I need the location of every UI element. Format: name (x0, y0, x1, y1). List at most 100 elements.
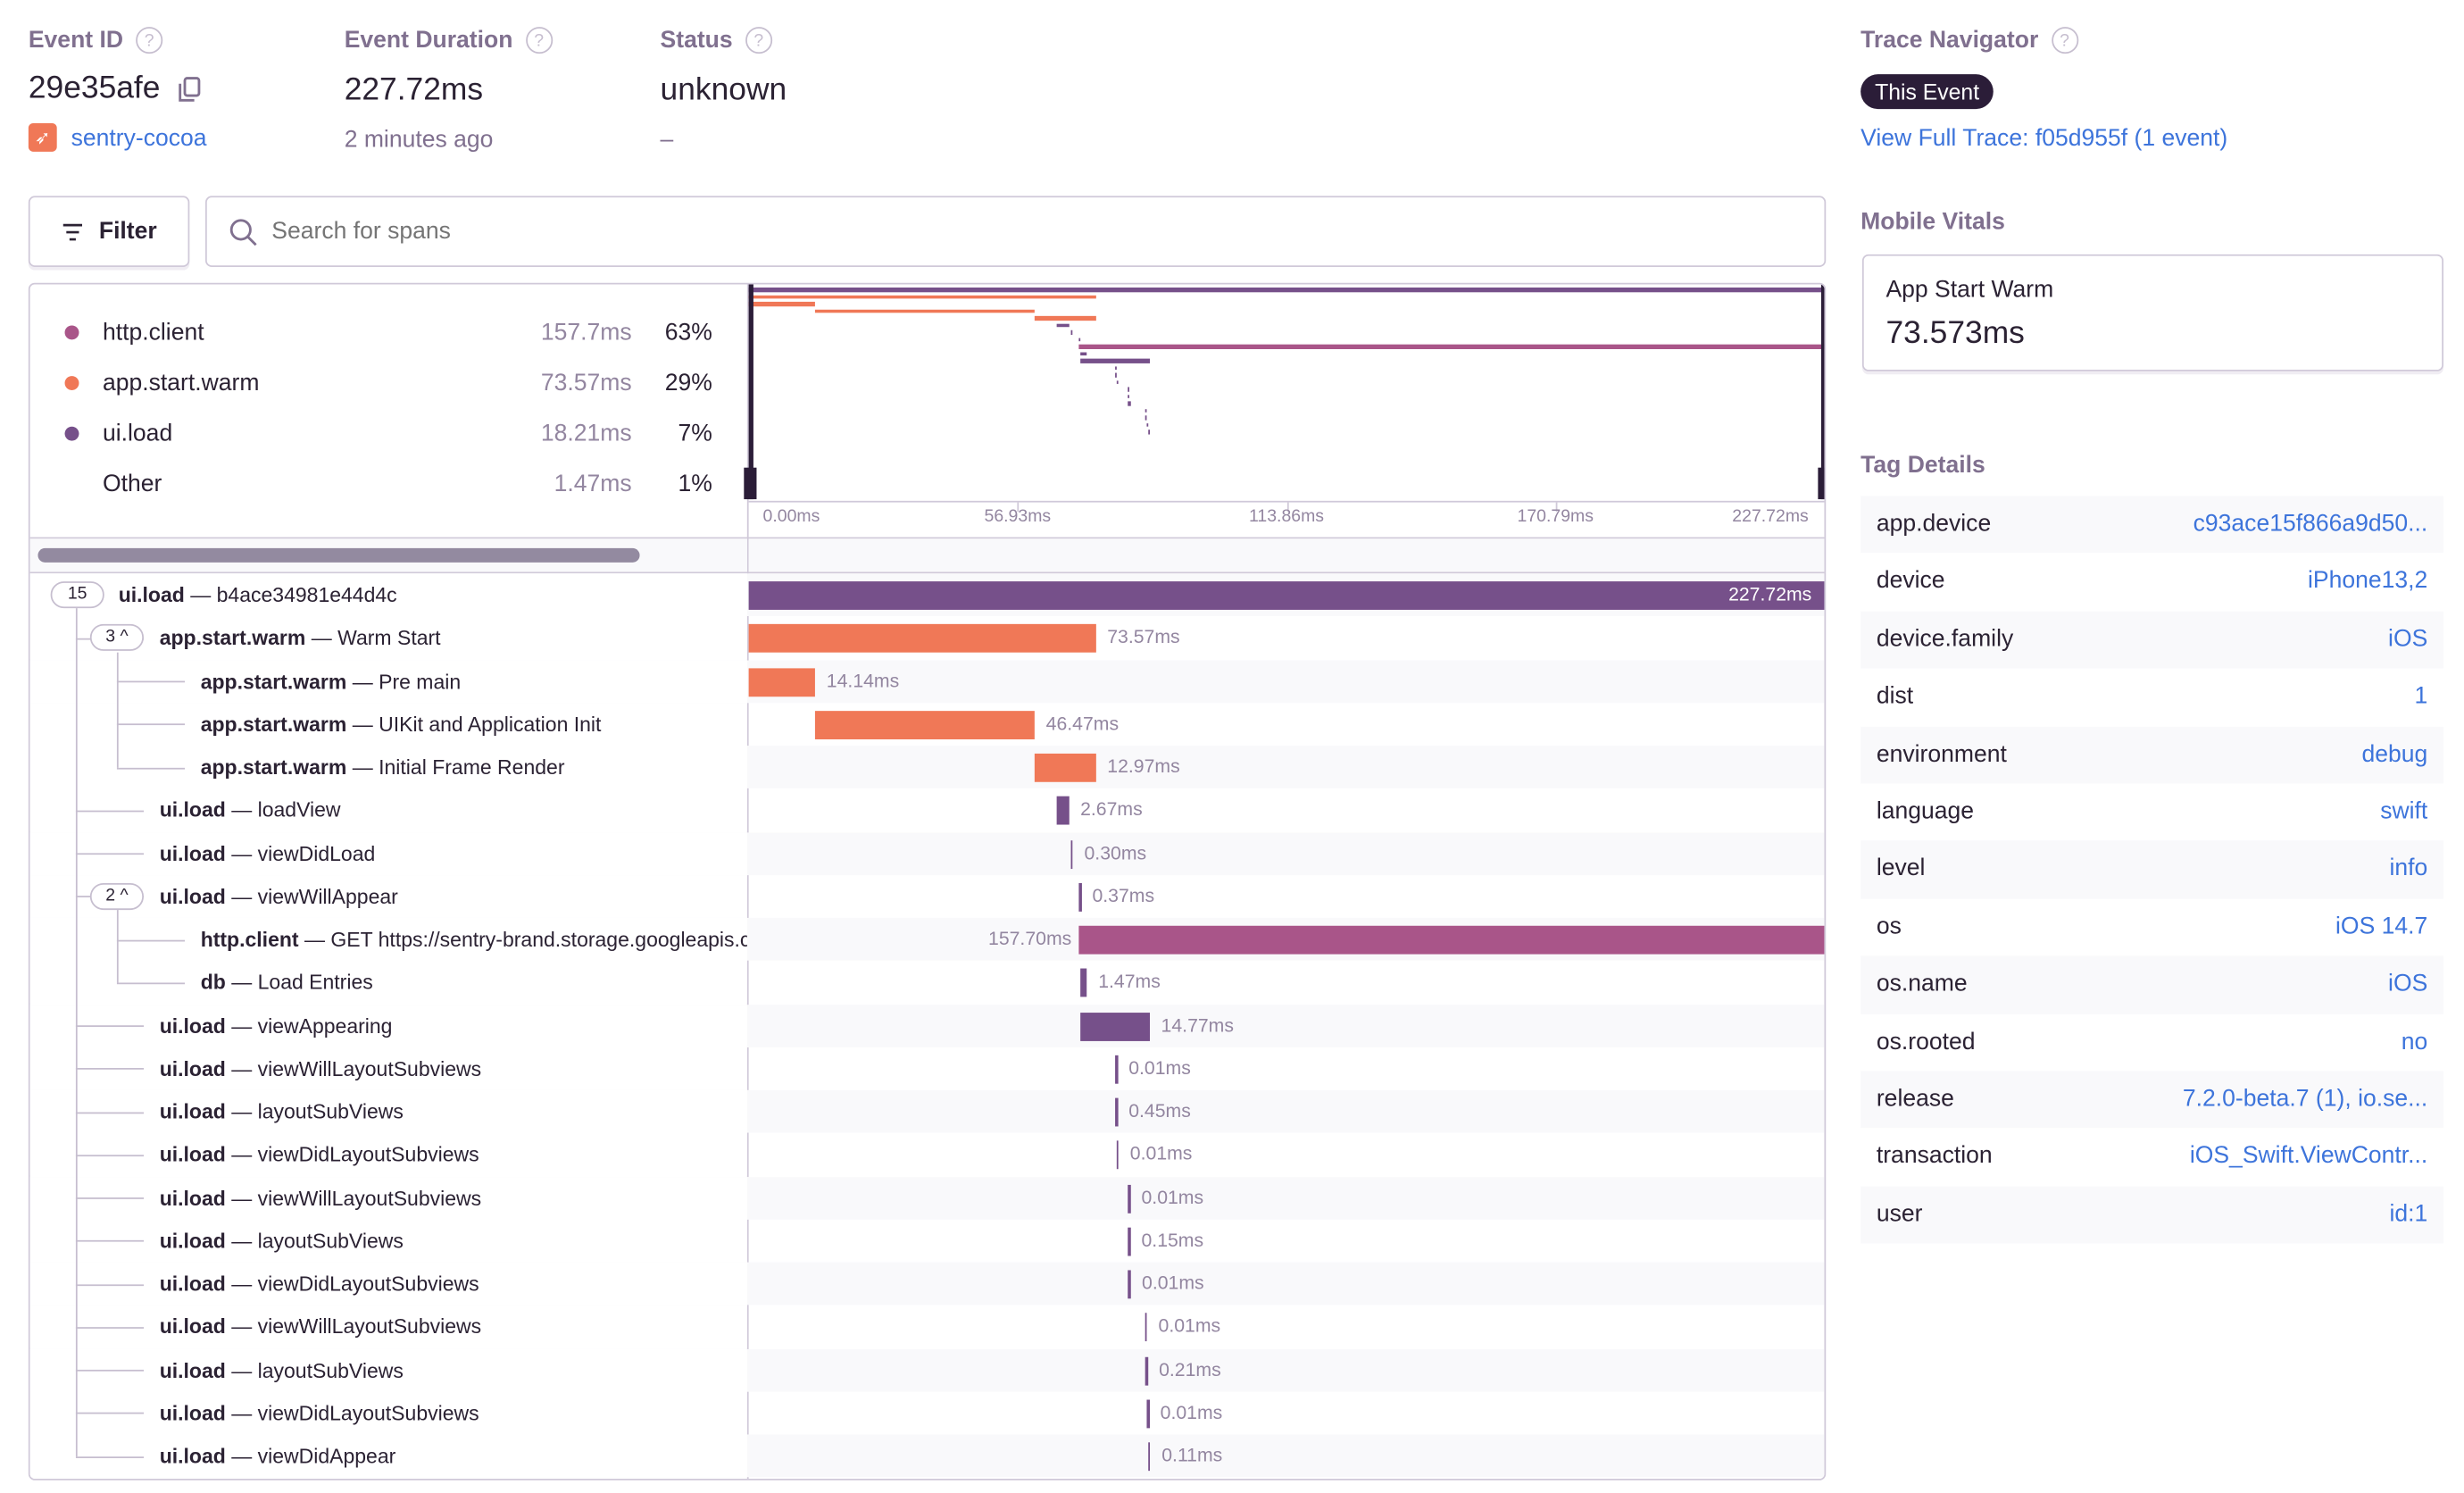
span-description: GET https://sentry-brand.storage.googlea… (330, 927, 747, 952)
span-bar[interactable] (1116, 1140, 1120, 1170)
help-icon[interactable]: ? (525, 27, 553, 54)
span-tree-cell[interactable]: http.client — GET https://sentry-brand.s… (29, 917, 747, 961)
span-bar[interactable] (1056, 797, 1070, 825)
span-bar[interactable] (1128, 1270, 1131, 1299)
span-row[interactable]: ui.load — viewDidLayoutSubviews 0.01ms (29, 1391, 1825, 1435)
minimap-right-handle[interactable] (1818, 467, 1825, 500)
span-tree-cell[interactable]: db — Load Entries (29, 961, 747, 1004)
span-row[interactable]: app.start.warm — Initial Frame Render 12.… (29, 746, 1825, 789)
span-row[interactable]: ui.load — layoutSubViews 0.45ms (29, 1089, 1825, 1133)
span-bar[interactable] (1128, 1227, 1131, 1256)
span-bar[interactable] (1146, 1399, 1150, 1428)
span-tree-cell[interactable]: ui.load — viewDidLoad (29, 831, 747, 875)
span-row[interactable]: app.start.warm — UIKit and Application I… (29, 702, 1825, 746)
tag-value[interactable]: iOS_Swift.ViewContr... (2190, 1129, 2427, 1186)
span-row[interactable]: ui.load — viewWillLayoutSubviews 0.01ms (29, 1305, 1825, 1348)
span-row[interactable]: ui.load — viewDidLayoutSubviews 0.01ms (29, 1262, 1825, 1305)
span-row[interactable]: ui.load — viewAppearing 14.77ms (29, 1004, 1825, 1047)
span-bar[interactable] (1115, 1097, 1118, 1127)
span-row[interactable]: http.client — GET https://sentry-brand.s… (29, 917, 1825, 962)
span-tree-cell[interactable]: ui.load — viewDidLayoutSubviews (29, 1132, 747, 1176)
tag-value[interactable]: id:1 (2390, 1186, 2428, 1243)
span-row[interactable]: ui.load — layoutSubViews 0.15ms (29, 1219, 1825, 1263)
span-tree-cell[interactable]: ui.load — viewWillLayoutSubviews (29, 1047, 747, 1090)
minimap-left-handle[interactable] (744, 467, 757, 500)
span-tree-cell[interactable]: ui.load — viewWillLayoutSubviews (29, 1305, 747, 1348)
span-bar[interactable] (1078, 882, 1082, 912)
tag-value[interactable]: swift (2380, 784, 2427, 841)
span-description: viewDidLayoutSubviews (257, 1142, 479, 1167)
span-row[interactable]: ui.load — viewDidLayoutSubviews 0.01ms (29, 1132, 1825, 1176)
filter-button[interactable]: Filter (28, 196, 190, 267)
span-tree-cell[interactable]: ui.load — layoutSubViews (29, 1219, 747, 1263)
help-icon[interactable]: ? (136, 27, 163, 54)
span-bar[interactable] (815, 710, 1036, 739)
span-row[interactable]: ui.load — viewDidLoad 0.30ms (29, 831, 1825, 875)
tag-value[interactable]: iOS (2388, 956, 2427, 1013)
span-bar[interactable] (1128, 1184, 1131, 1213)
tag-value[interactable]: iPhone13,2 (2308, 554, 2427, 611)
span-tree-cell[interactable]: ui.load — viewDidAppear (29, 1434, 747, 1478)
span-tree-cell[interactable]: 2 ^ ui.load — viewWillAppear (29, 874, 747, 918)
span-bar[interactable] (748, 667, 816, 696)
span-tree-cell[interactable]: ui.load — layoutSubViews (29, 1348, 747, 1391)
tag-value[interactable]: iOS 14.7 (2335, 898, 2427, 955)
tag-value[interactable]: 7.2.0-beta.7 (1), io.se... (2183, 1072, 2427, 1129)
span-tree-cell[interactable]: ui.load — layoutSubViews (29, 1089, 747, 1133)
scrollbar-thumb[interactable] (37, 547, 640, 563)
children-count-toggle[interactable]: 15 (50, 581, 104, 609)
span-row[interactable]: ui.load — viewWillLayoutSubviews 0.01ms (29, 1176, 1825, 1220)
span-row[interactable]: 15 ui.load — b4ace34981e44d4c 227.72ms (29, 573, 1825, 617)
scrollbar-track[interactable] (29, 538, 747, 572)
search-input[interactable] (271, 218, 1694, 246)
span-bar[interactable] (748, 624, 1096, 654)
span-bar[interactable] (1145, 1313, 1148, 1342)
span-row[interactable]: app.start.warm — Pre main 14.14ms (29, 659, 1825, 703)
project-link[interactable]: sentry-cocoa (71, 124, 207, 151)
children-count-toggle[interactable]: 2 ^ (89, 882, 144, 910)
tree-connector (75, 1111, 144, 1113)
span-bar[interactable] (1079, 925, 1825, 955)
span-bar[interactable] (1148, 1442, 1151, 1472)
span-tree-cell[interactable]: 15 ui.load — b4ace34981e44d4c (29, 573, 747, 616)
span-bar[interactable] (1080, 968, 1087, 997)
separator: — (225, 1142, 258, 1167)
copy-icon[interactable] (176, 75, 204, 104)
span-row[interactable]: db — Load Entries 1.47ms (29, 961, 1825, 1004)
view-full-trace-link[interactable]: View Full Trace: f05d955f (1 event) (1860, 125, 2227, 152)
span-tree-cell[interactable]: ui.load — loadView (29, 788, 747, 832)
span-bar[interactable] (1115, 1055, 1118, 1084)
tag-value[interactable]: c93ace15f866a9d50... (2193, 496, 2428, 554)
children-count-toggle[interactable]: 3 ^ (89, 624, 144, 652)
span-row[interactable]: ui.load — loadView 2.67ms (29, 788, 1825, 832)
span-row[interactable]: 3 ^ app.start.warm — Warm Start 73.57ms (29, 616, 1825, 660)
span-bar[interactable] (1035, 753, 1096, 782)
span-row[interactable]: ui.load — viewDidAppear 0.11ms (29, 1434, 1825, 1478)
span-bar[interactable] (1080, 1012, 1151, 1041)
span-tree-cell[interactable]: ui.load — viewAppearing (29, 1004, 747, 1047)
span-row[interactable]: ui.load — layoutSubViews 0.21ms (29, 1348, 1825, 1392)
minimap[interactable] (748, 284, 1825, 502)
span-row[interactable]: ui.load — viewWillLayoutSubviews 0.01ms (29, 1047, 1825, 1090)
tag-value[interactable]: 1 (2415, 669, 2428, 726)
tag-value[interactable]: debug (2361, 726, 2427, 783)
project[interactable]: ➶ sentry-cocoa (28, 122, 207, 152)
span-tree-cell[interactable]: 3 ^ app.start.warm — Warm Start (29, 616, 747, 660)
search-spans[interactable] (204, 196, 1827, 267)
help-icon[interactable]: ? (745, 27, 772, 54)
tag-value[interactable]: iOS (2388, 611, 2427, 668)
tag-value[interactable]: no (2402, 1013, 2428, 1071)
span-tree-cell[interactable]: ui.load — viewWillLayoutSubviews (29, 1176, 747, 1219)
span-bar[interactable] (748, 581, 1825, 610)
span-row[interactable]: 2 ^ ui.load — viewWillAppear 0.37ms (29, 874, 1825, 918)
help-icon[interactable]: ? (2051, 27, 2078, 54)
span-bar[interactable] (1145, 1355, 1148, 1385)
tag-value[interactable]: info (2390, 841, 2428, 898)
span-tree-cell[interactable]: app.start.warm — Pre main (29, 659, 747, 703)
span-tree-cell[interactable]: ui.load — viewDidLayoutSubviews (29, 1262, 747, 1305)
span-tree-cell[interactable]: app.start.warm — Initial Frame Render (29, 746, 747, 788)
span-tree-cell[interactable]: ui.load — viewDidLayoutSubviews (29, 1391, 747, 1435)
span-tree-cell[interactable]: app.start.warm — UIKit and Application I… (29, 702, 747, 746)
span-bar[interactable] (1070, 839, 1074, 869)
vital-value: 73.573ms (1885, 315, 2025, 351)
